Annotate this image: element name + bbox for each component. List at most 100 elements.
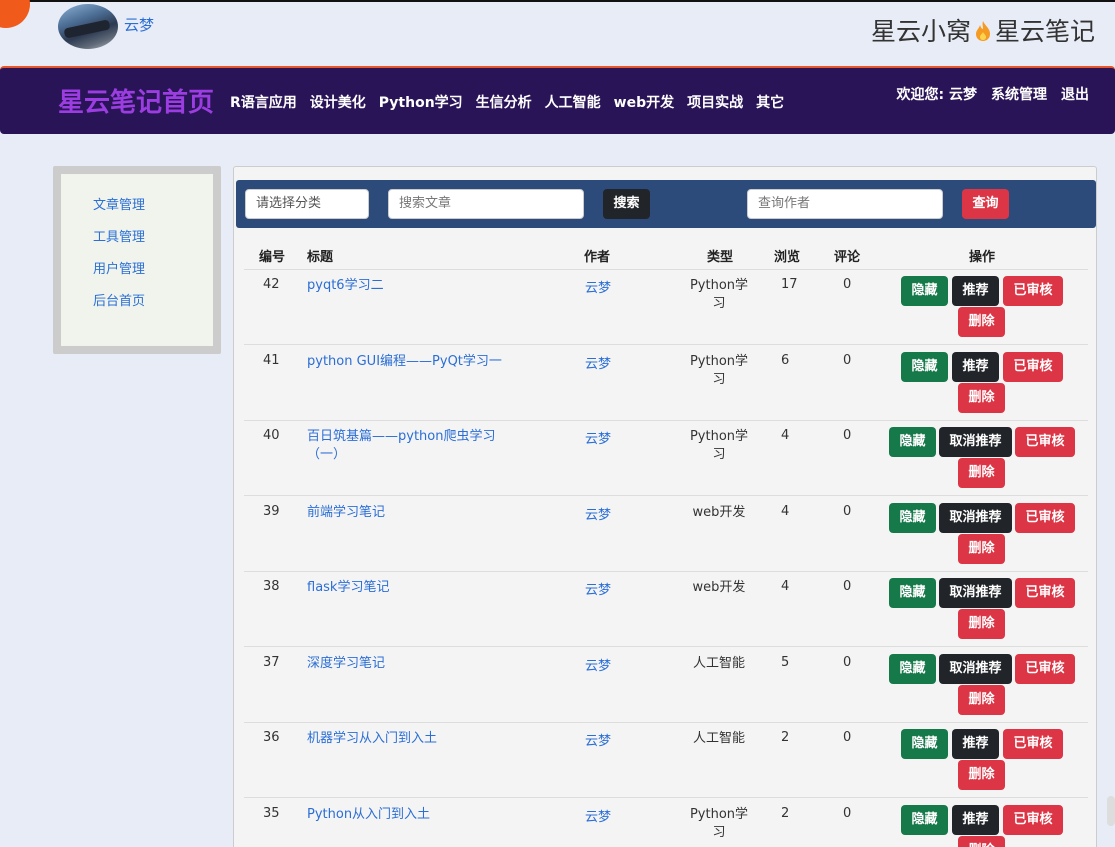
hide-button[interactable]: 隐藏 xyxy=(889,427,936,457)
delete-button[interactable]: 删除 xyxy=(958,382,1005,413)
sidebar-item-articles[interactable]: 文章管理 xyxy=(93,190,213,222)
nav-item-web[interactable]: web开发 xyxy=(614,92,674,112)
row-type: Python学习 xyxy=(689,278,749,311)
hide-button[interactable]: 隐藏 xyxy=(901,729,948,759)
row-comments: 0 xyxy=(843,428,852,443)
hide-button[interactable]: 隐藏 xyxy=(889,653,936,684)
row-author-link[interactable]: 云梦 xyxy=(585,277,611,296)
delete-button[interactable]: 删除 xyxy=(958,684,1005,715)
row-comments: 0 xyxy=(843,579,852,594)
row-title-link[interactable]: flask学习笔记 xyxy=(307,579,507,597)
table-row: 41 python GUI编程——PyQt学习一 云梦 Python学习 6 0… xyxy=(244,345,1088,421)
search-button[interactable]: 搜索 xyxy=(603,189,650,219)
recommend-button[interactable]: 取消推荐 xyxy=(939,653,1012,684)
row-author-link[interactable]: 云梦 xyxy=(585,806,611,825)
recommend-button[interactable]: 推荐 xyxy=(952,729,999,759)
recommend-button[interactable]: 取消推荐 xyxy=(939,427,1012,457)
logout-link[interactable]: 退出 xyxy=(1061,84,1089,104)
header-author: 作者 xyxy=(584,250,611,265)
reviewed-button[interactable]: 已审核 xyxy=(1015,502,1075,533)
row-title-link[interactable]: 机器学习从入门到入土 xyxy=(307,730,507,748)
sidebar-item-dashboard[interactable]: 后台首页 xyxy=(93,286,213,318)
row-author-link[interactable]: 云梦 xyxy=(585,655,611,674)
nav-item-other[interactable]: 其它 xyxy=(756,92,784,112)
hide-button[interactable]: 隐藏 xyxy=(889,578,936,608)
hide-button[interactable]: 隐藏 xyxy=(901,804,948,835)
brand-link[interactable]: 星云笔记首页 xyxy=(58,82,214,119)
site-title: 星云小窝 星云笔记 xyxy=(871,12,1095,48)
reviewed-button[interactable]: 已审核 xyxy=(1003,351,1063,382)
hide-button[interactable]: 隐藏 xyxy=(901,351,948,382)
author-search-input[interactable]: 查询作者 xyxy=(747,189,943,219)
row-type: web开发 xyxy=(692,504,746,520)
row-type: Python学习 xyxy=(689,353,749,387)
row-author-link[interactable]: 云梦 xyxy=(585,353,611,372)
sidebar-item-users[interactable]: 用户管理 xyxy=(93,254,213,286)
row-comments: 0 xyxy=(843,352,852,368)
row-author-link[interactable]: 云梦 xyxy=(585,730,611,749)
delete-button[interactable]: 删除 xyxy=(958,835,1005,847)
delete-button[interactable]: 删除 xyxy=(958,307,1005,337)
table-row: 38 flask学习笔记 云梦 web开发 4 0 隐藏 取消推荐 已审核 删除 xyxy=(244,571,1088,647)
query-button[interactable]: 查询 xyxy=(962,189,1009,219)
header-type: 类型 xyxy=(707,250,734,265)
nav-item-design[interactable]: 设计美化 xyxy=(310,92,366,112)
site-title-left: 星云小窝 xyxy=(870,17,971,46)
delete-button[interactable]: 删除 xyxy=(958,533,1005,564)
row-views: 2 xyxy=(781,730,790,745)
reviewed-button[interactable]: 已审核 xyxy=(1015,427,1075,457)
flame-icon xyxy=(975,19,991,41)
username-link[interactable]: 云梦 xyxy=(124,14,154,35)
row-id: 35 xyxy=(263,805,280,821)
delete-button[interactable]: 删除 xyxy=(958,458,1005,488)
nav-item-r[interactable]: R语言应用 xyxy=(230,92,297,112)
scrollbar-thumb[interactable] xyxy=(1107,796,1115,826)
nav-item-bioinfo[interactable]: 生信分析 xyxy=(476,92,532,112)
main-panel: 请选择分类 搜索文章 搜索 查询作者 查询 编号 标题 作者 类型 浏览 评论 … xyxy=(233,166,1097,847)
row-author-link[interactable]: 云梦 xyxy=(585,579,611,598)
reviewed-button[interactable]: 已审核 xyxy=(1003,729,1063,759)
row-comments: 0 xyxy=(843,277,852,292)
nav-menu: R语言应用 设计美化 Python学习 生信分析 人工智能 web开发 项目实战… xyxy=(230,92,784,112)
row-id: 40 xyxy=(263,428,280,443)
hide-button[interactable]: 隐藏 xyxy=(889,502,936,533)
article-search-input[interactable]: 搜索文章 xyxy=(388,189,584,219)
reviewed-button[interactable]: 已审核 xyxy=(1003,276,1063,306)
nav-item-projects[interactable]: 项目实战 xyxy=(687,92,743,112)
recommend-button[interactable]: 取消推荐 xyxy=(939,502,1012,533)
row-id: 39 xyxy=(263,503,280,519)
category-select[interactable]: 请选择分类 xyxy=(245,189,369,219)
row-id: 36 xyxy=(263,730,280,745)
reviewed-button[interactable]: 已审核 xyxy=(1003,804,1063,835)
row-title-link[interactable]: pyqt6学习二 xyxy=(307,277,507,295)
admin-link[interactable]: 系统管理 xyxy=(991,84,1047,104)
row-views: 6 xyxy=(781,352,790,368)
delete-button[interactable]: 删除 xyxy=(958,609,1005,639)
row-title-link[interactable]: 前端学习笔记 xyxy=(307,504,507,522)
row-title-link[interactable]: 深度学习笔记 xyxy=(307,655,507,673)
row-title-link[interactable]: python GUI编程——PyQt学习一 xyxy=(307,353,507,371)
row-title-link[interactable]: Python从入门到入土 xyxy=(307,806,507,824)
recommend-button[interactable]: 推荐 xyxy=(952,351,999,382)
row-type: 人工智能 xyxy=(692,655,745,671)
nav-item-python[interactable]: Python学习 xyxy=(379,92,463,112)
nav-item-ai[interactable]: 人工智能 xyxy=(545,92,601,112)
avatar[interactable] xyxy=(58,4,118,49)
site-title-right: 星云笔记 xyxy=(994,17,1095,46)
row-title-link[interactable]: 百日筑基篇——python爬虫学习（一） xyxy=(307,428,507,464)
sidebar-item-tools[interactable]: 工具管理 xyxy=(93,222,213,254)
reviewed-button[interactable]: 已审核 xyxy=(1015,653,1075,684)
row-author-link[interactable]: 云梦 xyxy=(585,428,611,447)
recommend-button[interactable]: 取消推荐 xyxy=(939,578,1012,608)
reviewed-button[interactable]: 已审核 xyxy=(1015,578,1075,608)
row-author-link[interactable]: 云梦 xyxy=(585,504,611,523)
welcome-text[interactable]: 欢迎您: 云梦 xyxy=(897,84,977,104)
hide-button[interactable]: 隐藏 xyxy=(901,276,948,306)
row-type: Python学习 xyxy=(689,429,749,462)
recommend-button[interactable]: 推荐 xyxy=(952,804,999,835)
table-row: 36 机器学习从入门到入土 云梦 人工智能 2 0 隐藏 推荐 已审核 删除 xyxy=(244,722,1088,798)
delete-button[interactable]: 删除 xyxy=(958,760,1005,790)
table-row: 40 百日筑基篇——python爬虫学习（一） 云梦 Python学习 4 0 … xyxy=(244,420,1088,496)
recommend-button[interactable]: 推荐 xyxy=(952,276,999,306)
row-comments: 0 xyxy=(843,730,852,745)
